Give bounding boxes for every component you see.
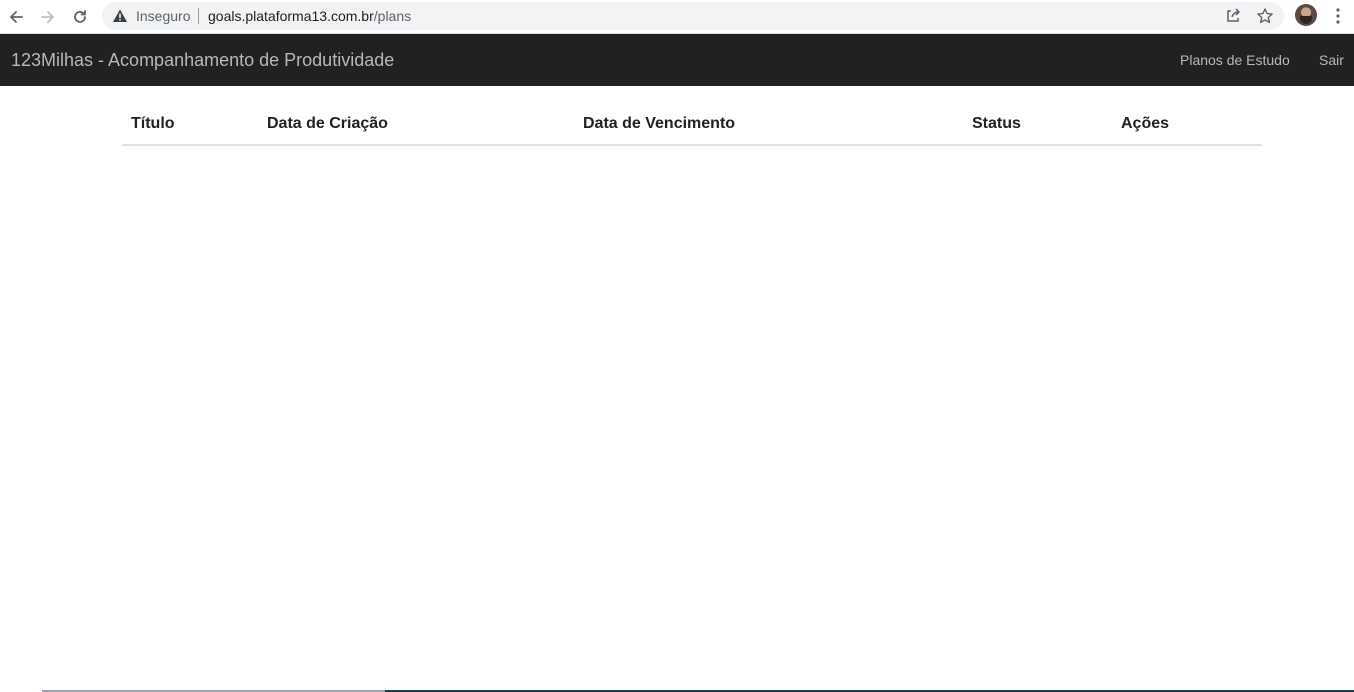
browser-toolbar: Inseguro goals.plataforma13.com.br/plans — [0, 0, 1354, 34]
reload-icon — [72, 9, 88, 25]
column-header-title: Título — [122, 106, 258, 146]
forward-arrow-icon — [40, 9, 56, 25]
plans-table: Título Data de Criação Data de Venciment… — [122, 106, 1262, 146]
column-header-status: Status — [963, 106, 1112, 146]
navbar-brand[interactable]: 123Milhas - Acompanhamento de Produtivid… — [11, 50, 394, 70]
reload-button[interactable] — [68, 5, 92, 29]
nav-link-logout[interactable]: Sair — [1319, 52, 1344, 68]
column-header-created-date: Data de Criação — [258, 106, 574, 146]
table-header-row: Título Data de Criação Data de Venciment… — [122, 106, 1262, 146]
column-header-due-date: Data de Vencimento — [574, 106, 963, 146]
share-icon[interactable] — [1224, 7, 1242, 25]
url-host: goals.plataforma13.com.br — [208, 8, 374, 24]
warning-icon[interactable] — [112, 8, 128, 24]
address-bar[interactable]: Inseguro goals.plataforma13.com.br/plans — [102, 2, 1284, 30]
forward-button[interactable] — [36, 5, 60, 29]
url-text[interactable]: goals.plataforma13.com.br/plans — [208, 8, 411, 24]
kebab-menu-icon[interactable] — [1331, 7, 1345, 25]
back-arrow-icon — [8, 9, 24, 25]
column-header-actions: Ações — [1112, 106, 1262, 146]
star-icon[interactable] — [1256, 7, 1274, 25]
table-header: Título Data de Criação Data de Venciment… — [122, 106, 1262, 146]
profile-avatar[interactable] — [1295, 4, 1317, 26]
back-button[interactable] — [4, 5, 28, 29]
address-divider — [198, 8, 199, 24]
url-path: /plans — [373, 8, 412, 24]
nav-link-study-plans[interactable]: Planos de Estudo — [1180, 52, 1290, 68]
app-navbar: 123Milhas - Acompanhamento de Produtivid… — [0, 34, 1354, 86]
security-label[interactable]: Inseguro — [136, 8, 190, 24]
